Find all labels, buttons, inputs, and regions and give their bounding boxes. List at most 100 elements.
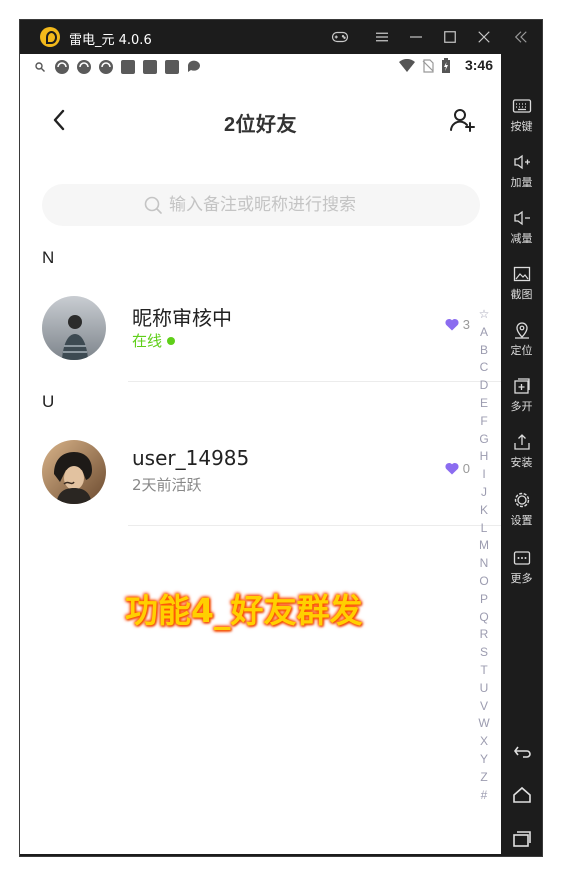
tool-label: 更多 — [510, 572, 533, 585]
index-letter[interactable]: D — [480, 377, 489, 395]
battery-charging-icon — [442, 58, 450, 73]
avatar[interactable] — [42, 296, 106, 360]
clock: 3:46 — [464, 57, 493, 73]
index-letter[interactable]: J — [481, 484, 487, 502]
app-notification-icon — [99, 60, 113, 74]
install-icon — [513, 434, 530, 450]
friend-list-item[interactable]: user_14985 2天前活跃 0 — [20, 428, 480, 518]
likes-count: 0 — [462, 461, 470, 476]
collapse-sidebar-icon[interactable] — [512, 28, 530, 46]
volume-up-icon — [513, 154, 530, 170]
tool-install[interactable]: 安装 — [501, 426, 542, 482]
app-logo-icon — [40, 27, 60, 47]
add-user-icon — [450, 109, 475, 132]
close-icon[interactable] — [475, 28, 493, 46]
index-letter[interactable]: O — [479, 573, 488, 591]
index-letter[interactable]: H — [480, 448, 489, 466]
tool-volume-up[interactable]: 加量 — [501, 146, 542, 202]
tool-label: 减量 — [510, 232, 533, 245]
index-letter[interactable]: # — [481, 787, 488, 805]
tool-screenshot[interactable]: 截图 — [501, 258, 542, 314]
friend-list-item[interactable]: 昵称审核中 在线 3 — [20, 284, 480, 374]
index-letter[interactable]: K — [480, 502, 488, 520]
volume-down-icon — [513, 210, 530, 226]
search-icon — [144, 196, 162, 214]
status-bar: 3:46 — [20, 54, 501, 78]
index-letter[interactable]: E — [480, 395, 488, 413]
avatar-photo-icon — [42, 440, 106, 504]
heart-icon — [445, 462, 459, 475]
index-letter[interactable]: I — [482, 466, 485, 484]
alphabet-index[interactable]: ☆ A B C D E F G H I J K L M N O P Q R S T U V W X Y Z # — [476, 306, 492, 804]
tool-volume-down[interactable]: 减量 — [501, 202, 542, 258]
index-letter[interactable]: W — [478, 715, 489, 733]
nav-bar: 2位好友 — [20, 98, 501, 146]
tool-keyboard[interactable]: 按键 — [501, 90, 542, 146]
multi-instance-icon — [513, 378, 530, 394]
index-letter[interactable]: C — [480, 359, 489, 377]
location-icon — [514, 322, 529, 339]
row-divider — [128, 381, 501, 382]
app-title: 雷电_元 4.0.6 — [69, 33, 152, 48]
title-bar: 雷电_元 4.0.6 — [20, 20, 542, 54]
online-indicator — [167, 336, 176, 345]
friend-name: user_14985 — [132, 446, 250, 470]
keyboard-icon — [512, 99, 531, 113]
status-text: 在线 — [132, 332, 163, 350]
tool-more[interactable]: 更多 — [501, 542, 542, 598]
maximize-icon[interactable] — [441, 28, 459, 46]
tool-settings[interactable]: 设置 — [501, 484, 542, 540]
heart-icon — [445, 318, 459, 331]
index-letter[interactable]: Y — [480, 751, 488, 769]
index-letter[interactable]: ☆ — [479, 306, 490, 324]
friend-status: 在线 — [132, 330, 176, 351]
tool-label: 多开 — [510, 400, 533, 413]
tool-label: 定位 — [510, 344, 533, 357]
minimize-icon[interactable] — [407, 28, 425, 46]
notification-icons — [32, 59, 202, 75]
search-small-icon — [35, 62, 45, 72]
search-bar[interactable] — [42, 184, 480, 226]
index-letter[interactable]: L — [481, 520, 488, 538]
index-letter[interactable]: P — [480, 591, 488, 609]
index-letter[interactable]: A — [480, 324, 488, 342]
emulator-sidebar: 按键 加量 减量 截图 定位 多开 安装 设置 更多 — [501, 54, 542, 854]
index-letter[interactable]: M — [479, 537, 489, 555]
add-friend-button[interactable] — [449, 106, 477, 134]
android-home-icon[interactable] — [511, 784, 533, 806]
tool-multi-instance[interactable]: 多开 — [501, 370, 542, 426]
android-back-icon[interactable] — [511, 740, 533, 762]
search-input[interactable] — [169, 195, 379, 215]
index-letter[interactable]: T — [480, 662, 487, 680]
status-text: 2天前活跃 — [132, 476, 202, 494]
likes-counter: 0 — [445, 461, 470, 476]
menu-icon[interactable] — [373, 28, 391, 46]
index-letter[interactable]: F — [480, 413, 487, 431]
avatar-photo-icon — [42, 296, 106, 360]
tool-label: 安装 — [510, 456, 533, 469]
index-letter[interactable]: G — [479, 431, 488, 449]
gamepad-icon[interactable] — [331, 28, 349, 46]
index-letter[interactable]: V — [480, 698, 488, 716]
index-letter[interactable]: X — [480, 733, 488, 751]
index-letter[interactable]: N — [480, 555, 489, 573]
likes-counter: 3 — [445, 317, 470, 332]
app-notification-icon — [55, 60, 69, 74]
app-notification-icon — [77, 60, 91, 74]
index-letter[interactable]: B — [480, 342, 488, 360]
tool-label: 截图 — [510, 288, 533, 301]
tool-location[interactable]: 定位 — [501, 314, 542, 370]
index-letter[interactable]: U — [480, 680, 489, 698]
index-letter[interactable]: S — [480, 644, 488, 662]
android-recents-icon[interactable] — [511, 828, 533, 850]
friend-status: 2天前活跃 — [132, 474, 202, 495]
section-letter: U — [42, 392, 55, 411]
wifi-icon — [399, 59, 415, 72]
emulator-window: 雷电_元 4.0.6 3:46 2位好友 输入备注或昵称进行搜索 N 昵称审核中… — [20, 20, 542, 856]
index-letter[interactable]: Q — [479, 609, 488, 627]
index-letter[interactable]: Z — [480, 769, 487, 787]
tool-label: 加量 — [510, 176, 533, 189]
app-notification-icon — [121, 60, 135, 74]
avatar[interactable] — [42, 440, 106, 504]
index-letter[interactable]: R — [480, 626, 489, 644]
